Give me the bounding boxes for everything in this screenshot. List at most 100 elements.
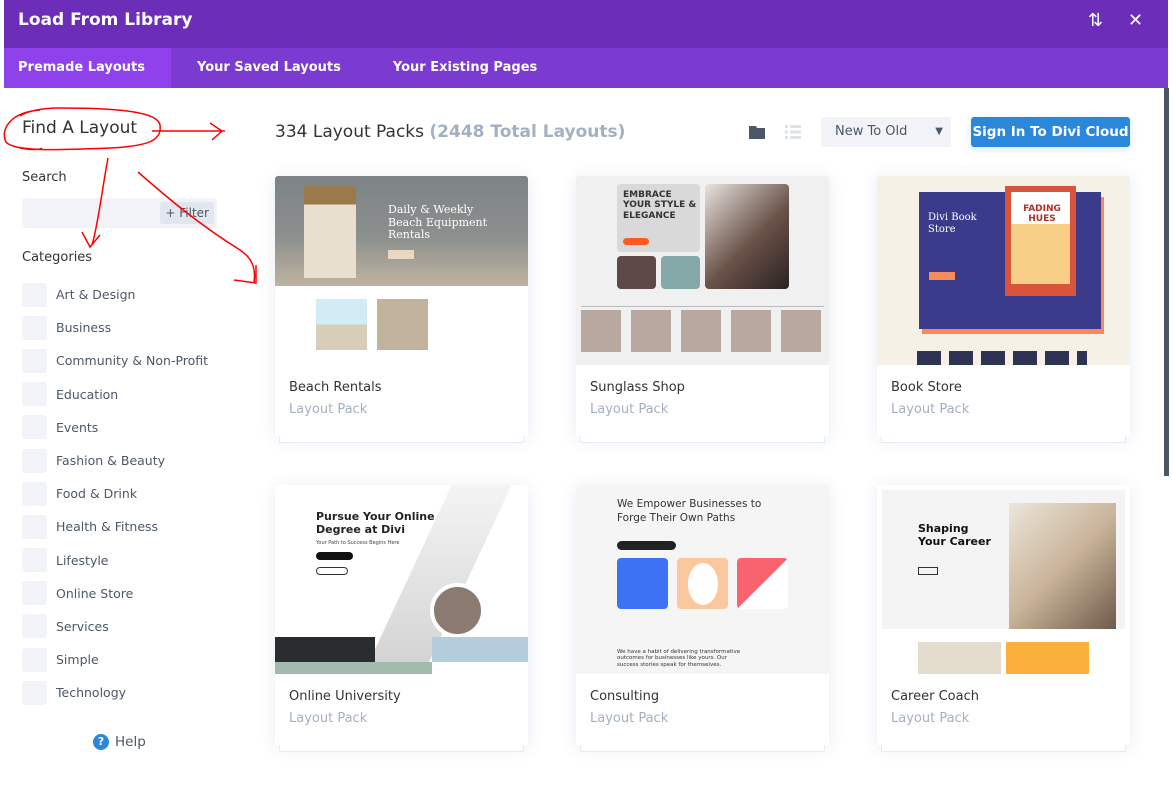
card-subtitle: Layout Pack <box>289 711 368 726</box>
total-count: (2448 Total Layouts) <box>429 122 626 142</box>
card-subtitle: Layout Pack <box>590 402 669 417</box>
category-item[interactable]: Technology <box>22 676 208 709</box>
category-label: Community & Non-Profit <box>56 353 209 369</box>
category-item[interactable]: Art & Design <box>22 278 208 311</box>
categories-label: Categories <box>22 250 93 265</box>
find-layout-heading: Find A Layout <box>22 118 138 138</box>
category-checkbox[interactable] <box>22 282 47 307</box>
category-item[interactable]: Events <box>22 411 208 444</box>
tab-existing-pages[interactable]: Your Existing Pages <box>367 48 563 88</box>
category-label: Simple <box>56 652 99 668</box>
grid-view-icon[interactable] <box>749 124 765 140</box>
category-checkbox[interactable] <box>22 548 47 573</box>
category-checkbox[interactable] <box>22 581 47 606</box>
thumb-headline: EMBRACE YOUR STYLE & ELEGANCE <box>623 190 697 221</box>
category-checkbox[interactable] <box>22 348 47 373</box>
category-label: Education <box>56 386 119 402</box>
scrollbar[interactable] <box>1164 88 1169 476</box>
sort-arrows-icon[interactable]: ⇅ <box>1088 10 1103 31</box>
card-subtitle: Layout Pack <box>891 402 970 417</box>
category-label: Fashion & Beauty <box>56 453 166 469</box>
help-label: Help <box>115 734 146 750</box>
category-item[interactable]: Fashion & Beauty <box>22 444 208 477</box>
chevron-down-icon: ▼ <box>935 126 943 137</box>
layout-count: 334 Layout Packs (2448 Total Layouts) <box>275 122 625 142</box>
category-item[interactable]: Business <box>22 311 208 344</box>
category-item[interactable]: Services <box>22 610 208 643</box>
category-item[interactable]: Food & Drink <box>22 477 208 510</box>
category-checkbox[interactable] <box>22 415 47 440</box>
layout-card-career-coach[interactable]: Shaping Your Career Career Coach Layout … <box>877 485 1130 752</box>
card-thumbnail: Daily & Weekly Beach Equipment Rentals <box>275 176 528 365</box>
card-thumbnail: We Empower Businesses to Forge Their Own… <box>576 485 829 674</box>
category-label: Online Store <box>56 585 134 601</box>
category-label: Services <box>56 618 109 634</box>
filter-button[interactable]: + Filter <box>160 202 214 224</box>
category-label: Business <box>56 320 112 336</box>
category-item[interactable]: Simple <box>22 643 208 676</box>
tab-saved-layouts[interactable]: Your Saved Layouts <box>171 48 367 88</box>
category-checkbox[interactable] <box>22 680 47 705</box>
thumb-body: We have a habit of delivering transforma… <box>617 649 741 668</box>
layout-card-consulting[interactable]: We Empower Businesses to Forge Their Own… <box>576 485 829 752</box>
category-checkbox[interactable] <box>22 315 47 340</box>
modal-title: Load From Library <box>18 10 193 30</box>
layout-card-book-store[interactable]: Divi Book Store FADING HUES Book Store L… <box>877 176 1130 443</box>
category-label: Technology <box>56 685 127 701</box>
category-item[interactable]: Online Store <box>22 577 208 610</box>
category-item[interactable]: Community & Non-Profit <box>22 344 208 377</box>
category-checkbox[interactable] <box>22 614 47 639</box>
search-input[interactable]: + Filter <box>22 198 217 228</box>
sort-value: New To Old <box>835 124 908 139</box>
thumb-headline: Daily & Weekly Beach Equipment Rentals <box>388 203 488 242</box>
card-title: Beach Rentals <box>289 380 382 395</box>
card-thumbnail: Divi Book Store FADING HUES <box>877 176 1130 365</box>
card-subtitle: Layout Pack <box>289 402 368 417</box>
card-title: Book Store <box>891 380 962 395</box>
category-label: Art & Design <box>56 287 136 303</box>
layout-card-online-university[interactable]: Pursue Your Online Degree at Divi Your P… <box>275 485 528 752</box>
category-checkbox[interactable] <box>22 481 47 506</box>
category-checkbox[interactable] <box>22 382 47 407</box>
pack-count: 334 Layout Packs <box>275 122 424 142</box>
thumb-headline: Divi Book Store <box>928 212 977 235</box>
category-checkbox[interactable] <box>22 514 47 539</box>
card-title: Online University <box>289 689 401 704</box>
modal-header: Load From Library ⇅ ✕ <box>4 0 1168 48</box>
card-subtitle: Layout Pack <box>590 711 669 726</box>
category-list: Art & Design Business Community & Non-Prof… <box>22 278 208 709</box>
card-title: Career Coach <box>891 689 979 704</box>
help-icon: ? <box>93 734 109 750</box>
category-label: Food & Drink <box>56 486 138 502</box>
close-icon[interactable]: ✕ <box>1128 10 1143 31</box>
search-label: Search <box>22 170 67 185</box>
card-thumbnail: Pursue Your Online Degree at Divi Your P… <box>275 485 528 674</box>
thumb-headline: We Empower Businesses to Forge Their Own… <box>617 498 762 524</box>
list-view-icon[interactable] <box>785 124 801 140</box>
sign-in-divi-cloud-button[interactable]: Sign In To Divi Cloud <box>971 117 1130 147</box>
thumb-headline: Pursue Your Online Degree at Divi <box>316 510 435 536</box>
card-title: Consulting <box>590 689 660 704</box>
card-thumbnail: EMBRACE YOUR STYLE & ELEGANCE <box>576 176 829 365</box>
category-item[interactable]: Education <box>22 378 208 411</box>
card-subtitle: Layout Pack <box>891 711 970 726</box>
card-title: Sunglass Shop <box>590 380 685 395</box>
thumb-subline: Your Path to Success Begins Here <box>316 540 400 546</box>
tab-bar: Premade Layouts Your Saved Layouts Your … <box>4 48 1168 88</box>
help-link[interactable]: ? Help <box>93 734 146 750</box>
thumb-headline: Shaping Your Career <box>918 522 991 548</box>
category-label: Lifestyle <box>56 552 109 568</box>
category-checkbox[interactable] <box>22 647 47 672</box>
category-checkbox[interactable] <box>22 448 47 473</box>
sidebar: Find A Layout Search + Filter Categories… <box>22 118 242 705</box>
category-label: Events <box>56 419 99 435</box>
tab-premade-layouts[interactable]: Premade Layouts <box>4 48 171 88</box>
layout-card-beach-rentals[interactable]: Daily & Weekly Beach Equipment Rentals B… <box>275 176 528 443</box>
thumb-book-title: FADING HUES <box>1023 204 1061 225</box>
category-item[interactable]: Health & Fitness <box>22 510 208 543</box>
category-label: Health & Fitness <box>56 519 159 535</box>
category-item[interactable]: Lifestyle <box>22 544 208 577</box>
layout-card-sunglass-shop[interactable]: EMBRACE YOUR STYLE & ELEGANCE Sunglass S… <box>576 176 829 443</box>
sort-select[interactable]: New To Old ▼ <box>821 117 951 147</box>
card-thumbnail: Shaping Your Career <box>877 485 1130 674</box>
